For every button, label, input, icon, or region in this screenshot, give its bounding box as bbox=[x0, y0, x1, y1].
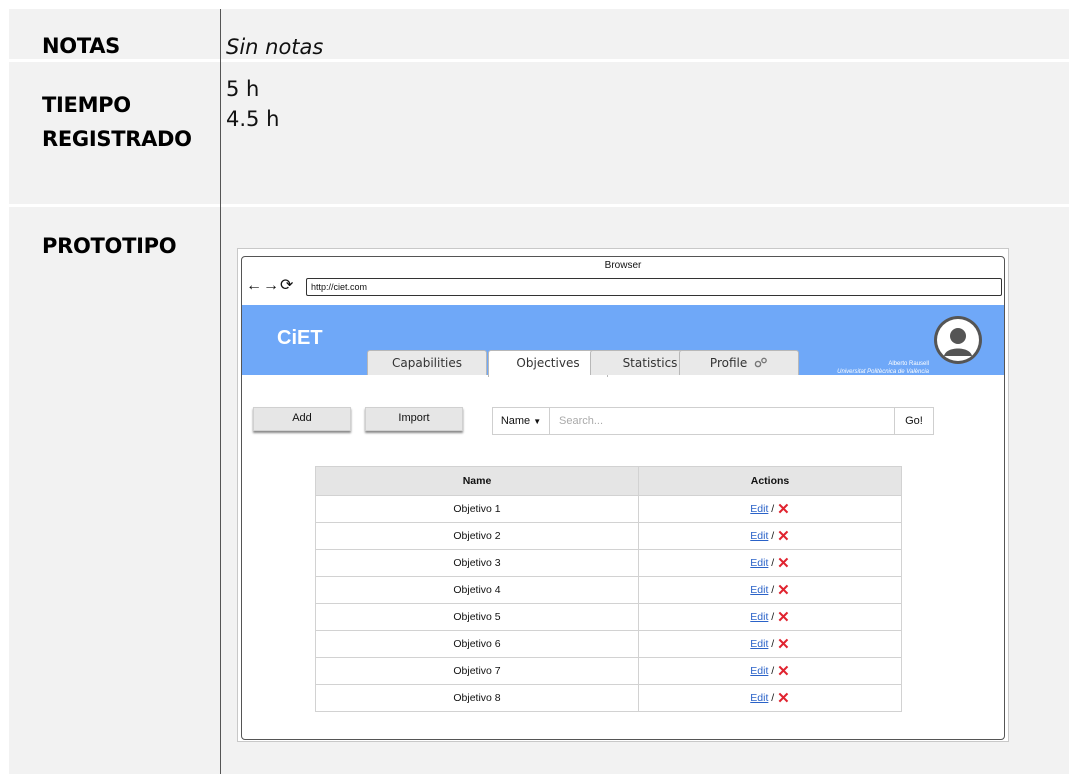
objective-name: Objetivo 4 bbox=[315, 576, 639, 604]
table-row: Objetivo 5 Edit / ✕ bbox=[315, 603, 902, 631]
reload-icon[interactable]: ⟳ bbox=[280, 277, 293, 294]
objective-name: Objetivo 7 bbox=[315, 657, 639, 685]
edit-link[interactable]: Edit bbox=[750, 611, 768, 623]
action-separator: / bbox=[771, 692, 775, 704]
browser-window: Browser ←→⟳ http://ciet.com CiET Capabil… bbox=[241, 256, 1005, 740]
url-bar[interactable]: http://ciet.com bbox=[306, 278, 1002, 296]
delete-icon[interactable]: ✕ bbox=[777, 555, 790, 572]
delete-icon[interactable]: ✕ bbox=[777, 609, 790, 626]
action-separator: / bbox=[771, 503, 775, 515]
objectives-table: Name Actions Objetivo 1 Edit / ✕ Objetivo … bbox=[315, 466, 902, 712]
column-divider bbox=[220, 9, 221, 774]
table-row: Objetivo 3 Edit / ✕ bbox=[315, 549, 902, 577]
row-actions: Edit / ✕ bbox=[638, 522, 902, 550]
tab-statistics-label: Statistics bbox=[622, 356, 678, 370]
objective-name: Objetivo 6 bbox=[315, 630, 639, 658]
table-row: Objetivo 7 Edit / ✕ bbox=[315, 657, 902, 685]
search-input[interactable]: Search... bbox=[559, 408, 603, 434]
go-button[interactable]: Go! bbox=[894, 408, 933, 434]
table-row: Objetivo 1 Edit / ✕ bbox=[315, 495, 902, 523]
notas-value: Sin notas bbox=[226, 35, 324, 59]
user-organization: Universitat Politècnica de València bbox=[837, 369, 929, 375]
app-header: CiET Capabilities Objectives Statistics … bbox=[242, 305, 1004, 377]
forward-arrow-icon[interactable]: → bbox=[263, 277, 279, 294]
row-divider bbox=[9, 59, 1069, 62]
action-separator: / bbox=[771, 638, 775, 650]
objective-name: Objetivo 1 bbox=[315, 495, 639, 523]
row-divider bbox=[9, 204, 1069, 207]
delete-icon[interactable]: ✕ bbox=[777, 582, 790, 599]
back-arrow-icon[interactable]: ← bbox=[246, 277, 262, 294]
user-name: Alberto Rausell bbox=[888, 361, 929, 367]
objective-name: Objetivo 5 bbox=[315, 603, 639, 631]
edit-link[interactable]: Edit bbox=[750, 530, 768, 542]
edit-link[interactable]: Edit bbox=[750, 665, 768, 677]
action-separator: / bbox=[771, 611, 775, 623]
delete-icon[interactable]: ✕ bbox=[777, 663, 790, 680]
column-header-name: Name bbox=[315, 466, 639, 496]
caret-down-icon: ▼ bbox=[533, 417, 542, 426]
table-row: Objetivo 8 Edit / ✕ bbox=[315, 684, 902, 712]
tab-capabilities[interactable]: Capabilities bbox=[367, 350, 487, 375]
objective-name: Objetivo 8 bbox=[315, 684, 639, 712]
avatar[interactable] bbox=[934, 316, 982, 364]
edit-link[interactable]: Edit bbox=[750, 584, 768, 596]
action-separator: / bbox=[771, 530, 775, 542]
tiempo-value-1: 5 h bbox=[226, 77, 260, 101]
browser-title: Browser bbox=[604, 260, 642, 271]
add-button[interactable]: Add bbox=[253, 407, 351, 431]
row-actions: Edit / ✕ bbox=[638, 657, 902, 685]
row-actions: Edit / ✕ bbox=[638, 495, 902, 523]
prototype-mockup: Browser ←→⟳ http://ciet.com CiET Capabil… bbox=[237, 248, 1009, 742]
objective-name: Objetivo 2 bbox=[315, 522, 639, 550]
table-row: Objetivo 4 Edit / ✕ bbox=[315, 576, 902, 604]
tab-profile[interactable]: Profile bbox=[679, 350, 799, 375]
objective-name: Objetivo 3 bbox=[315, 549, 639, 577]
import-button[interactable]: Import bbox=[365, 407, 463, 431]
row-actions: Edit / ✕ bbox=[638, 630, 902, 658]
delete-icon[interactable]: ✕ bbox=[777, 636, 790, 653]
edit-link[interactable]: Edit bbox=[750, 557, 768, 569]
action-separator: / bbox=[771, 665, 775, 677]
tab-profile-label: Profile bbox=[709, 356, 748, 370]
search-field-select[interactable]: Name ▼ bbox=[493, 408, 550, 434]
user-avatar-icon bbox=[937, 319, 979, 361]
prototipo-label: PROTOTIPO bbox=[42, 234, 177, 258]
column-header-actions: Actions bbox=[638, 466, 902, 496]
delete-icon[interactable]: ✕ bbox=[777, 528, 790, 545]
gears-icon bbox=[754, 357, 767, 368]
tiempo-value-2: 4.5 h bbox=[226, 107, 280, 131]
edit-link[interactable]: Edit bbox=[750, 692, 768, 704]
table-header-row: Name Actions bbox=[315, 466, 902, 496]
notas-label: NOTAS bbox=[42, 34, 120, 58]
action-separator: / bbox=[771, 557, 775, 569]
search-group: Name ▼ Search... Go! bbox=[492, 407, 934, 435]
delete-icon[interactable]: ✕ bbox=[777, 501, 790, 518]
app-logo[interactable]: CiET bbox=[277, 327, 323, 350]
search-field-select-label: Name bbox=[500, 415, 531, 427]
edit-link[interactable]: Edit bbox=[750, 638, 768, 650]
table-row: Objetivo 2 Edit / ✕ bbox=[315, 522, 902, 550]
row-actions: Edit / ✕ bbox=[638, 603, 902, 631]
table-row: Objetivo 6 Edit / ✕ bbox=[315, 630, 902, 658]
action-separator: / bbox=[771, 584, 775, 596]
row-actions: Edit / ✕ bbox=[638, 684, 902, 712]
browser-nav: ←→⟳ bbox=[246, 277, 294, 295]
row-actions: Edit / ✕ bbox=[638, 549, 902, 577]
tiempo-label-line2: REGISTRADO bbox=[42, 127, 192, 151]
edit-link[interactable]: Edit bbox=[750, 503, 768, 515]
tiempo-label-line1: TIEMPO bbox=[42, 93, 131, 117]
delete-icon[interactable]: ✕ bbox=[777, 690, 790, 707]
row-actions: Edit / ✕ bbox=[638, 576, 902, 604]
